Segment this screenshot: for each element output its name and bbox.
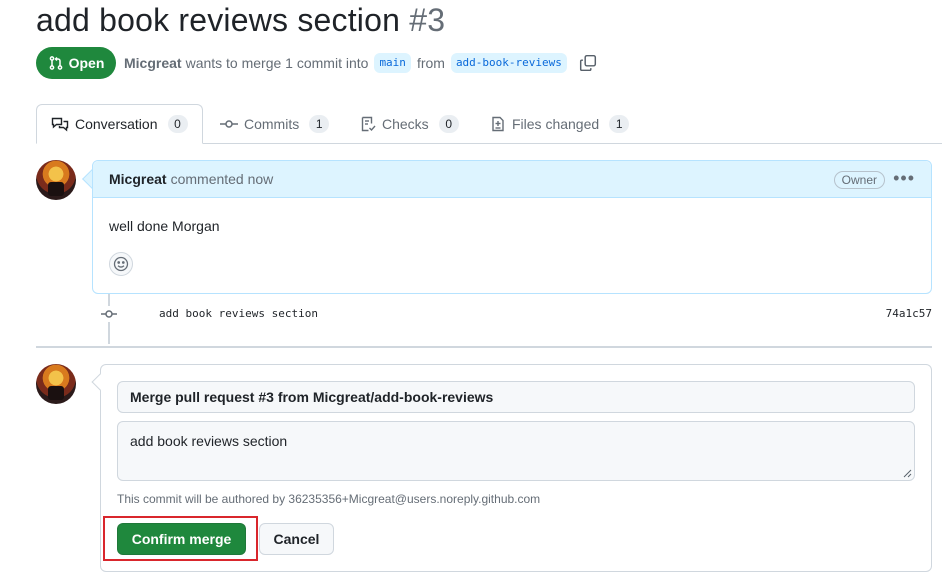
merge-commit-message-textarea[interactable]: add book reviews section xyxy=(117,421,915,481)
tab-files-changed-label: Files changed xyxy=(512,116,600,132)
timeline-divider xyxy=(36,346,932,348)
head-branch-label[interactable]: add-book-reviews xyxy=(450,53,567,73)
pr-merge-text: wants to merge 1 commit into xyxy=(185,55,369,71)
avatar[interactable] xyxy=(36,364,76,404)
commit-author-note: This commit will be authored by 36235356… xyxy=(117,492,541,506)
cancel-button[interactable]: Cancel xyxy=(259,523,334,555)
comment-author[interactable]: Micgreat xyxy=(109,171,167,187)
confirm-merge-button[interactable]: Confirm merge xyxy=(117,523,246,555)
pr-number: #3 xyxy=(409,2,446,38)
comment-body: well done Morgan xyxy=(109,218,220,234)
comment-action: commented now xyxy=(170,171,274,187)
tab-conversation[interactable]: Conversation 0 xyxy=(36,104,203,144)
tab-commits-label: Commits xyxy=(244,116,300,132)
pr-meta: Micgreat wants to merge 1 commit into ma… xyxy=(124,53,597,73)
avatar[interactable] xyxy=(36,160,76,200)
git-pull-request-icon xyxy=(49,56,62,70)
tab-checks-count: 0 xyxy=(438,115,459,133)
checklist-icon xyxy=(361,116,376,132)
kebab-menu-icon[interactable]: ••• xyxy=(893,169,915,187)
git-commit-icon xyxy=(101,306,117,322)
tab-files-changed[interactable]: Files changed 1 xyxy=(490,104,630,144)
copy-icon[interactable] xyxy=(579,54,597,72)
comment-box: Micgreat commented now Owner ••• well do… xyxy=(92,160,932,294)
comment-header: Micgreat commented now Owner ••• xyxy=(93,161,931,198)
file-diff-icon xyxy=(492,116,504,132)
pr-title-heading: add book reviews section #3 xyxy=(36,2,445,39)
git-commit-icon xyxy=(220,120,238,128)
tab-conversation-count: 0 xyxy=(167,115,188,133)
merge-commit-message-text: add book reviews section xyxy=(130,433,288,449)
pr-state-label: Open xyxy=(68,55,105,71)
resize-grip-icon[interactable] xyxy=(902,468,912,478)
tab-files-changed-count: 1 xyxy=(609,115,630,133)
smiley-icon xyxy=(113,256,129,272)
pr-state-badge: Open xyxy=(36,47,116,79)
add-reaction-button[interactable] xyxy=(109,252,133,276)
owner-badge: Owner xyxy=(833,171,885,189)
commit-sha-link[interactable]: 74a1c57 xyxy=(886,307,932,320)
pr-author-link[interactable]: Micgreat xyxy=(124,55,182,71)
merge-commit-title-input[interactable]: Merge pull request #3 from Micgreat/add-… xyxy=(117,381,915,413)
comment-discussion-icon xyxy=(51,117,69,132)
pr-from-text: from xyxy=(416,55,445,71)
tab-conversation-label: Conversation xyxy=(75,116,158,132)
tab-commits[interactable]: Commits 1 xyxy=(220,104,330,144)
base-branch-label[interactable]: main xyxy=(374,53,411,73)
tab-checks-label: Checks xyxy=(382,116,429,132)
tab-checks[interactable]: Checks 0 xyxy=(360,104,459,144)
tab-commits-count: 1 xyxy=(309,115,330,133)
commit-message-link[interactable]: add book reviews section xyxy=(159,307,318,320)
pr-title: add book reviews section xyxy=(36,2,401,38)
